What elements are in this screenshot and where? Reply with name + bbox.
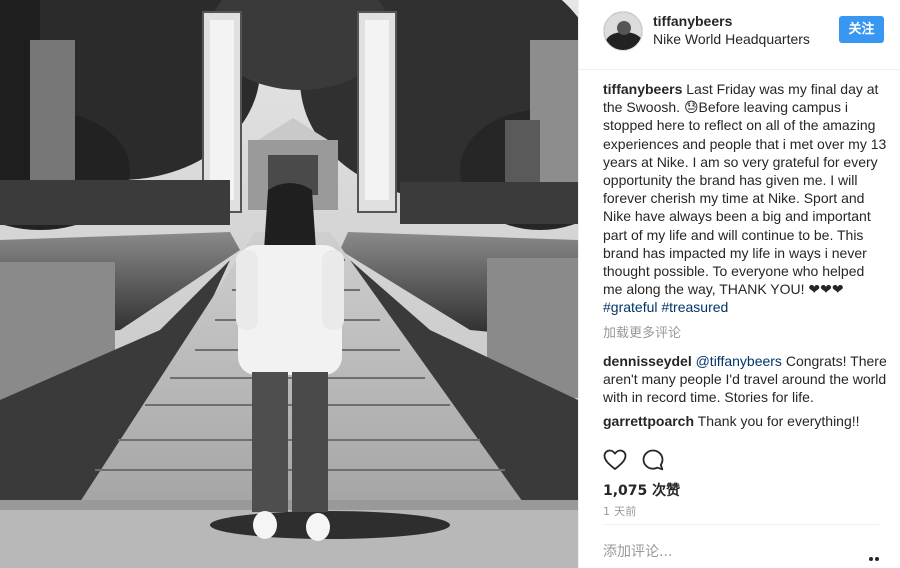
post-actions: [603, 448, 887, 476]
comment: garrettpoarch Thank you for everything!!: [603, 412, 887, 430]
load-more-comments-button[interactable]: 加载更多评论: [603, 325, 887, 343]
comment-icon[interactable]: [641, 448, 665, 472]
heart-icon[interactable]: [603, 448, 627, 472]
post-details-panel: tiffanybeers Nike World Headquarters 关注 …: [578, 0, 900, 568]
caption-author[interactable]: tiffanybeers: [603, 81, 682, 97]
divider: [603, 524, 879, 525]
avatar[interactable]: [603, 11, 643, 51]
hashtag-grateful[interactable]: #grateful: [603, 299, 657, 315]
like-count[interactable]: 1,075 次赞: [603, 480, 680, 500]
post-photo[interactable]: [0, 0, 578, 568]
comment-text: Thank you for everything!!: [694, 413, 860, 430]
header-username[interactable]: tiffanybeers: [653, 13, 732, 29]
post-header: tiffanybeers Nike World Headquarters 关注: [579, 0, 900, 70]
header-location[interactable]: Nike World Headquarters: [653, 31, 810, 47]
hashtag-treasured[interactable]: #treasured: [661, 299, 728, 315]
comment-author[interactable]: dennisseydel: [603, 353, 692, 369]
follow-button[interactable]: 关注: [839, 16, 884, 43]
add-comment-input[interactable]: 添加评论...: [603, 541, 672, 561]
post-timestamp[interactable]: 1 天前: [603, 503, 637, 519]
comment: dennisseydel @tiffanybeers Congrats! The…: [603, 352, 887, 407]
post-photo-graphic: [0, 0, 578, 568]
avatar-image: [604, 12, 642, 50]
comment-author[interactable]: garrettpoarch: [603, 413, 694, 429]
caption: tiffanybeers Last Friday was my final da…: [603, 80, 887, 317]
comment-mention[interactable]: @tiffanybeers: [696, 353, 782, 369]
comments-section: tiffanybeers Last Friday was my final da…: [603, 80, 887, 437]
caption-text: Last Friday was my final day at the Swoo…: [603, 81, 887, 298]
more-options-icon[interactable]: [869, 548, 885, 561]
